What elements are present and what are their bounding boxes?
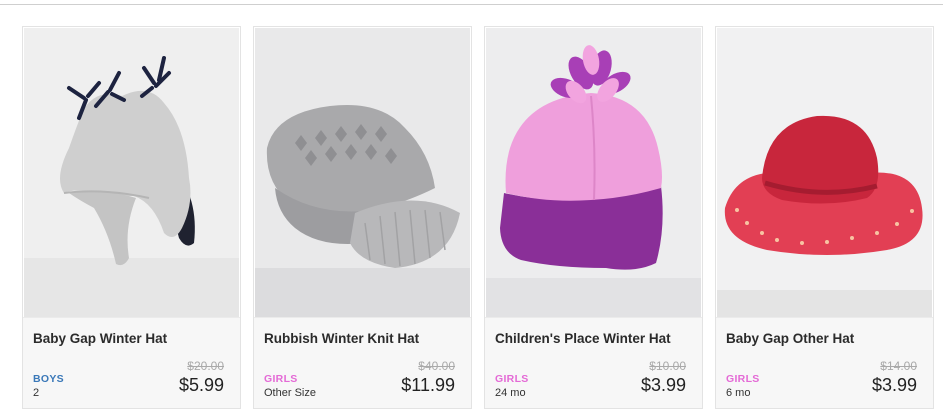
category-label: GIRLS — [264, 373, 298, 385]
original-price: $10.00 — [649, 359, 686, 373]
product-title[interactable]: Baby Gap Winter Hat — [33, 331, 167, 346]
product-card[interactable]: Baby Gap Winter Hat $20.00 BOYS 2 $5.99 — [22, 26, 241, 409]
product-title[interactable]: Baby Gap Other Hat — [726, 331, 854, 346]
product-grid: Baby Gap Winter Hat $20.00 BOYS 2 $5.99 — [0, 0, 943, 413]
product-title[interactable]: Children's Place Winter Hat — [495, 331, 671, 346]
product-info: Rubbish Winter Knit Hat $40.00 GIRLS Oth… — [254, 317, 471, 408]
sale-price: $3.99 — [871, 375, 917, 395]
product-card[interactable]: Children's Place Winter Hat $10.00 GIRLS… — [484, 26, 703, 409]
sale-price: $3.99 — [640, 375, 686, 395]
size-label: 2 — [33, 387, 40, 399]
product-card[interactable]: Baby Gap Other Hat $14.00 GIRLS 6 mo $3.… — [715, 26, 934, 409]
sale-price: $11.99 — [401, 375, 455, 395]
category-label: GIRLS — [495, 373, 529, 385]
size-label: Other Size — [264, 387, 316, 399]
size-label: 24 mo — [495, 387, 526, 399]
original-price: $20.00 — [187, 359, 224, 373]
pink-purple-fleece-hat-photo[interactable] — [486, 28, 701, 317]
product-title[interactable]: Rubbish Winter Knit Hat — [264, 331, 419, 346]
product-info: Baby Gap Other Hat $14.00 GIRLS 6 mo $3.… — [716, 317, 933, 408]
product-info: Children's Place Winter Hat $10.00 GIRLS… — [485, 317, 702, 408]
product-card[interactable]: Rubbish Winter Knit Hat $40.00 GIRLS Oth… — [253, 26, 472, 409]
product-info: Baby Gap Winter Hat $20.00 BOYS 2 $5.99 — [23, 317, 240, 408]
category-label: GIRLS — [726, 373, 760, 385]
category-label: BOYS — [33, 373, 64, 385]
original-price: $14.00 — [880, 359, 917, 373]
sale-price: $5.99 — [178, 375, 224, 395]
size-label: 6 mo — [726, 387, 751, 399]
gray-knit-cap-photo[interactable] — [255, 28, 470, 317]
gray-fleece-winter-hat-photo[interactable] — [24, 28, 239, 317]
red-bucket-hat-photo[interactable] — [717, 28, 932, 317]
original-price: $40.00 — [418, 359, 455, 373]
